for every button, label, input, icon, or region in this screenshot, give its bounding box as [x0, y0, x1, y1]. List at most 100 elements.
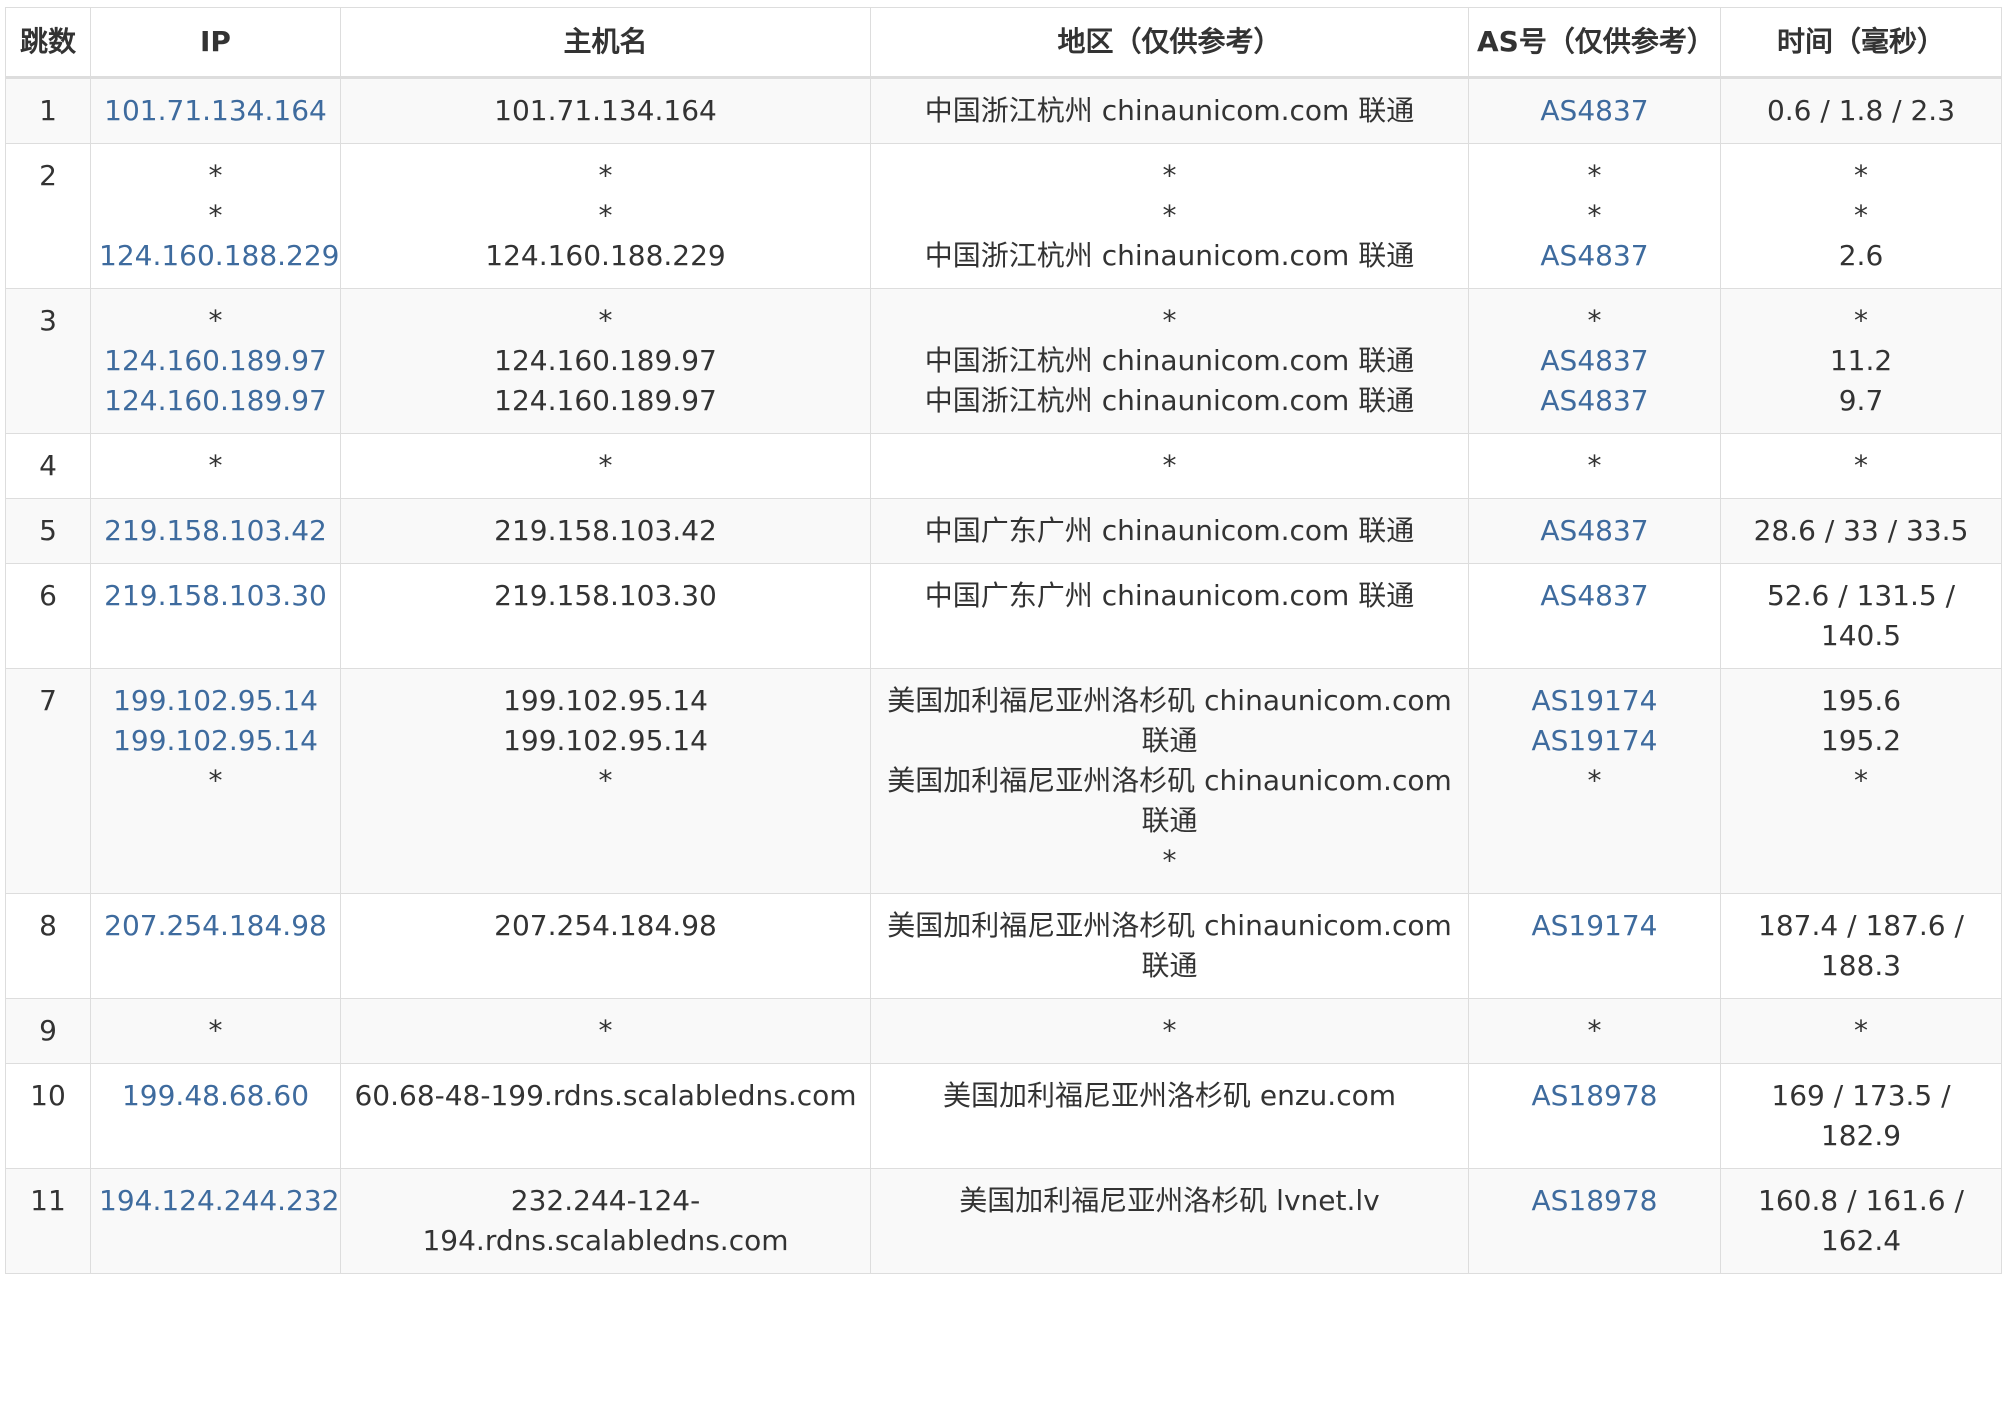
header-as-number: AS号（仅供参考）	[1468, 7, 1721, 79]
cell-text: 中国广东广州 chinaunicom.com 联通	[924, 514, 1415, 547]
time-cell: *	[1720, 998, 2002, 1064]
as-number-cell: * * AS4837	[1468, 143, 1721, 289]
timeout-marker: *	[1587, 1014, 1602, 1047]
table-body: 1 101.71.134.164 101.71.134.164 中国浙江杭州 chin…	[5, 77, 2002, 1274]
as-link[interactable]: AS4837	[1477, 576, 1712, 616]
cell-text: 11.2	[1829, 344, 1893, 377]
as-link[interactable]: AS18978	[1477, 1076, 1712, 1116]
timeout-marker: *	[1854, 1014, 1868, 1047]
cell-text: 232.244-124-194.rdns.scalabledns.com	[422, 1184, 789, 1257]
cell-text: 2.6	[1838, 239, 1884, 272]
ip-link[interactable]: 101.71.134.164	[99, 91, 332, 131]
timeout-marker: *	[598, 449, 613, 482]
timeout-marker: *	[598, 199, 613, 232]
traceroute-table-wrapper: 跳数 IP 主机名 地区（仅供参考） AS号（仅供参考） 时间（毫秒） 1 101…	[5, 7, 2002, 1274]
time-cell: 52.6 / 131.5 / 140.5	[1720, 563, 2002, 669]
table-row: 9 * * * * *	[5, 998, 2002, 1064]
table-row: 8 207.254.184.98 207.254.184.98 美国加利福尼亚州洛杉矶…	[5, 893, 2002, 999]
cell-text: 60.68-48-199.rdns.scalabledns.com	[354, 1079, 857, 1112]
as-link[interactable]: AS19174	[1477, 906, 1712, 946]
location-cell: 中国浙江杭州 chinaunicom.com 联通	[870, 77, 1469, 144]
as-link[interactable]: AS18978	[1477, 1181, 1712, 1221]
header-row: 跳数 IP 主机名 地区（仅供参考） AS号（仅供参考） 时间（毫秒）	[5, 7, 2002, 79]
hostname-cell: 60.68-48-199.rdns.scalabledns.com	[340, 1063, 871, 1169]
ip-link[interactable]: 219.158.103.42	[99, 511, 332, 551]
cell-text: 美国加利福尼亚州洛杉矶 chinaunicom.com 联通	[887, 684, 1452, 757]
timeout-marker: *	[598, 304, 613, 337]
as-number-cell: AS19174 AS19174 *	[1468, 668, 1721, 894]
hostname-cell: 199.102.95.14 199.102.95.14 *	[340, 668, 871, 894]
as-link[interactable]: AS4837	[1477, 91, 1712, 131]
cell-text: 207.254.184.98	[494, 909, 717, 942]
hostname-cell: * * 124.160.188.229	[340, 143, 871, 289]
cell-text: 195.6	[1820, 684, 1902, 717]
timeout-marker: *	[208, 159, 223, 192]
as-number-cell: AS18978	[1468, 1168, 1721, 1274]
timeout-marker: *	[1162, 449, 1177, 482]
as-number-cell: *	[1468, 998, 1721, 1064]
timeout-marker: *	[1587, 764, 1602, 797]
ip-link[interactable]: 194.124.244.232	[99, 1181, 339, 1221]
as-number-cell: AS19174	[1468, 893, 1721, 999]
location-cell: * * 中国浙江杭州 chinaunicom.com 联通	[870, 143, 1469, 289]
header-hop: 跳数	[5, 7, 91, 79]
ip-cell: 219.158.103.42	[90, 498, 341, 564]
table-row: 2 * * 124.160.188.229 * * 124.160.188.229 * * 中国浙…	[5, 143, 2002, 289]
cell-text: 199.102.95.14	[503, 724, 708, 757]
as-number-cell: AS4837	[1468, 498, 1721, 564]
hostname-cell: 232.244-124-194.rdns.scalabledns.com	[340, 1168, 871, 1274]
timeout-marker: *	[208, 1014, 223, 1047]
cell-text: 219.158.103.42	[494, 514, 717, 547]
time-cell: 195.6 195.2 *	[1720, 668, 2002, 894]
time-cell: 187.4 / 187.6 / 188.3	[1720, 893, 2002, 999]
hostname-cell: *	[340, 433, 871, 499]
ip-link[interactable]: 199.102.95.14	[99, 721, 332, 761]
header-hostname: 主机名	[340, 7, 871, 79]
ip-link[interactable]: 199.102.95.14	[99, 681, 332, 721]
time-cell: * * 2.6	[1720, 143, 2002, 289]
as-number-cell: AS4837	[1468, 563, 1721, 669]
ip-link[interactable]: 124.160.189.97	[99, 381, 332, 421]
hostname-cell: * 124.160.189.97 124.160.189.97	[340, 288, 871, 434]
timeout-marker: *	[208, 304, 223, 337]
hop-cell: 6	[5, 563, 91, 669]
cell-text: 中国广东广州 chinaunicom.com 联通	[924, 579, 1415, 612]
as-link[interactable]: AS19174	[1477, 721, 1712, 761]
timeout-marker: *	[1854, 199, 1868, 232]
ip-cell: 199.48.68.60	[90, 1063, 341, 1169]
timeout-marker: *	[1162, 199, 1177, 232]
time-cell: 160.8 / 161.6 / 162.4	[1720, 1168, 2002, 1274]
hop-cell: 4	[5, 433, 91, 499]
hostname-cell: 219.158.103.30	[340, 563, 871, 669]
hop-cell: 9	[5, 998, 91, 1064]
as-link[interactable]: AS4837	[1477, 236, 1712, 276]
table-row: 4 * * * * *	[5, 433, 2002, 499]
ip-link[interactable]: 219.158.103.30	[99, 576, 332, 616]
ip-link[interactable]: 124.160.188.229	[99, 236, 339, 276]
as-link[interactable]: AS4837	[1477, 341, 1712, 381]
as-link[interactable]: AS19174	[1477, 681, 1712, 721]
hostname-cell: 101.71.134.164	[340, 77, 871, 144]
table-row: 10 199.48.68.60 60.68-48-199.rdns.scalable…	[5, 1063, 2002, 1169]
ip-link[interactable]: 199.48.68.60	[99, 1076, 332, 1116]
timeout-marker: *	[598, 1014, 613, 1047]
hop-cell: 1	[5, 77, 91, 144]
as-number-cell: * AS4837 AS4837	[1468, 288, 1721, 434]
timeout-marker: *	[1162, 304, 1177, 337]
time-cell: 28.6 / 33 / 33.5	[1720, 498, 2002, 564]
ip-link[interactable]: 207.254.184.98	[99, 906, 332, 946]
ip-link[interactable]: 124.160.189.97	[99, 341, 332, 381]
cell-text: 中国浙江杭州 chinaunicom.com 联通	[924, 384, 1415, 417]
timeout-marker: *	[1854, 449, 1868, 482]
cell-text: 187.4 / 187.6 / 188.3	[1758, 909, 1964, 982]
timeout-marker: *	[1587, 449, 1602, 482]
cell-text: 中国浙江杭州 chinaunicom.com 联通	[924, 344, 1415, 377]
cell-text: 219.158.103.30	[494, 579, 717, 612]
location-cell: * 中国浙江杭州 chinaunicom.com 联通 中国浙江杭州 chinaun…	[870, 288, 1469, 434]
cell-text: 124.160.188.229	[485, 239, 726, 272]
cell-text: 52.6 / 131.5 / 140.5	[1766, 579, 1956, 652]
timeout-marker: *	[1854, 764, 1868, 797]
as-link[interactable]: AS4837	[1477, 511, 1712, 551]
traceroute-table: 跳数 IP 主机名 地区（仅供参考） AS号（仅供参考） 时间（毫秒） 1 101…	[5, 7, 2002, 1274]
as-link[interactable]: AS4837	[1477, 381, 1712, 421]
